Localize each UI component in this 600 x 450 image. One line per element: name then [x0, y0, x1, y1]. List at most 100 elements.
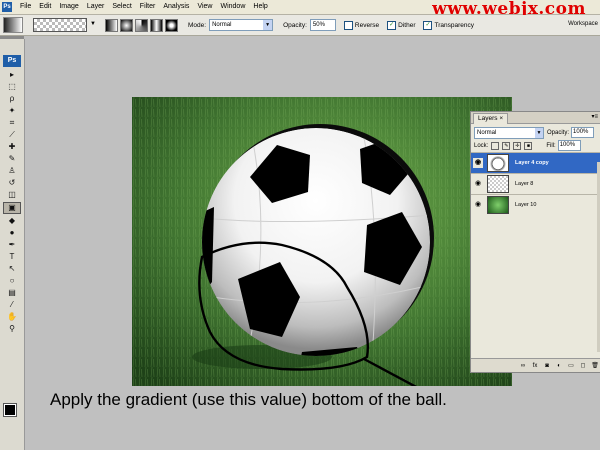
layer-name: Layer 10	[515, 202, 537, 208]
toolbox: Ps ▸ ⬚ ρ ✦ ⌗ ⟋ ✚ ✎ ♙ ↺ ◫ ▣ ◆ ● ✒ T ↖ ○ ▤ ⁄ ✋ ⚲	[0, 39, 25, 450]
slice-tool-icon[interactable]: ⟋	[3, 129, 21, 141]
lock-position-icon[interactable]: ✛	[513, 141, 522, 150]
mode-select[interactable]: Normal ▼	[209, 19, 274, 31]
tab-layers-label: Layers	[478, 115, 498, 122]
canvas-artwork	[132, 97, 512, 386]
layer-opacity-label: Opacity:	[547, 129, 570, 136]
reverse-checkbox[interactable]	[343, 20, 353, 30]
crop-tool-icon[interactable]: ⌗	[3, 117, 21, 129]
menu-window[interactable]: Window	[216, 0, 249, 14]
layer-row[interactable]: ◉ Layer 8	[471, 173, 600, 194]
close-icon[interactable]: ×	[499, 115, 503, 122]
tutorial-caption: Apply the gradient (use this value) bott…	[50, 390, 447, 409]
lock-transparency-icon[interactable]	[491, 141, 500, 150]
menu-file[interactable]: File	[16, 0, 35, 14]
blend-mode-value: Normal	[477, 129, 497, 136]
opacity-input[interactable]: 50%	[309, 19, 336, 31]
magic-wand-tool-icon[interactable]: ✦	[3, 105, 21, 117]
hand-tool-icon[interactable]: ✋	[3, 311, 21, 323]
fx-icon[interactable]: fx	[529, 363, 541, 369]
fill-label: Fill:	[546, 142, 556, 149]
marquee-tool-icon[interactable]: ⬚	[3, 81, 21, 93]
eyedropper-tool-icon[interactable]: ⁄	[3, 299, 21, 311]
reflected-gradient-button[interactable]	[150, 18, 163, 32]
layer-thumbnail	[487, 175, 509, 193]
blend-row: Normal ▼ Opacity: 100%	[471, 126, 600, 139]
clone-stamp-tool-icon[interactable]: ♙	[3, 165, 21, 177]
foreground-color-swatch[interactable]	[3, 403, 17, 417]
brush-tool-icon[interactable]: ✎	[3, 153, 21, 165]
menu-layer[interactable]: Layer	[83, 0, 109, 14]
document-canvas[interactable]	[132, 97, 512, 386]
path-selection-tool-icon[interactable]: ↖	[3, 263, 21, 275]
layer-row[interactable]: ◉ Layer 10	[471, 194, 600, 215]
opacity-label: Opacity:	[283, 21, 307, 29]
dither-label: Dither	[398, 21, 416, 29]
layer-opacity-input[interactable]: 100%	[571, 127, 595, 138]
menu-help[interactable]: Help	[249, 0, 271, 14]
chevron-down-icon[interactable]: ▼	[535, 127, 543, 138]
linear-gradient-button[interactable]	[105, 18, 118, 32]
lasso-tool-icon[interactable]: ρ	[3, 93, 21, 105]
layer-row[interactable]: ◉ Layer 4 copy	[471, 152, 600, 173]
layer-name: Layer 8	[515, 181, 534, 187]
healing-brush-tool-icon[interactable]: ✚	[3, 141, 21, 153]
chevron-down-icon[interactable]: ▼	[90, 21, 96, 27]
group-icon[interactable]: ▭	[565, 362, 577, 369]
panel-menu-icon[interactable]: ▾≡	[591, 113, 598, 120]
layer-list: ◉ Layer 4 copy ◉ Layer 8 ◉ Layer 10	[471, 152, 600, 215]
blur-tool-icon[interactable]: ◆	[3, 215, 21, 227]
eye-visibility-icon[interactable]: ◉	[473, 179, 483, 189]
menu-edit[interactable]: Edit	[35, 0, 55, 14]
history-brush-tool-icon[interactable]: ↺	[3, 177, 21, 189]
eye-visibility-icon[interactable]: ◉	[473, 158, 483, 168]
link-icon[interactable]: ∞	[517, 363, 529, 369]
lock-row: Lock: ✎ ✛ ■ Fill: 100%	[471, 139, 600, 152]
photoshop-logo-icon: Ps	[3, 55, 21, 67]
menu-analysis[interactable]: Analysis	[159, 0, 193, 14]
menu-image[interactable]: Image	[55, 0, 82, 14]
gradient-tool-icon[interactable]: ▣	[3, 202, 21, 214]
pen-tool-icon[interactable]: ✒	[3, 239, 21, 251]
app-logo-icon: Ps	[2, 2, 12, 12]
blend-mode-select[interactable]: Normal ▼	[474, 126, 544, 139]
notes-tool-icon[interactable]: ▤	[3, 287, 21, 299]
angle-gradient-button[interactable]	[135, 18, 148, 32]
options-bar: ▼ Mode: Normal ▼ Opacity: 50% Reverse ✓ D…	[0, 15, 600, 36]
shape-tool-icon[interactable]: ○	[3, 275, 21, 287]
chevron-down-icon[interactable]: ▼	[263, 20, 273, 30]
layer-thumbnail	[487, 154, 509, 172]
menu-view[interactable]: View	[193, 0, 216, 14]
type-tool-icon[interactable]: T	[3, 251, 21, 263]
zoom-tool-icon[interactable]: ⚲	[3, 323, 21, 335]
mode-value: Normal	[212, 22, 232, 28]
lock-all-icon[interactable]: ■	[524, 141, 533, 150]
menu-select[interactable]: Select	[108, 0, 135, 14]
reverse-label: Reverse	[354, 21, 380, 29]
dodge-tool-icon[interactable]: ●	[3, 227, 21, 239]
layer-name: Layer 4 copy	[515, 160, 549, 166]
lock-label: Lock:	[474, 142, 489, 149]
dither-checkbox[interactable]: ✓	[387, 20, 397, 30]
layers-panel-tabbar: Layers × ▾≡	[471, 112, 600, 124]
layers-panel: Layers × ▾≡ Normal ▼ Opacity: 100% Lock: …	[470, 111, 600, 373]
new-layer-icon[interactable]: ◻	[577, 362, 589, 369]
menu-filter[interactable]: Filter	[136, 0, 160, 14]
gradient-picker[interactable]: ▼	[33, 18, 96, 32]
mask-icon[interactable]: ◙	[541, 363, 553, 369]
adjustment-icon[interactable]: ◐	[553, 363, 565, 369]
layer-thumbnail	[487, 196, 509, 214]
tab-layers[interactable]: Layers ×	[473, 113, 509, 124]
eye-visibility-icon[interactable]: ◉	[473, 200, 483, 210]
tool-preset-icon[interactable]	[3, 17, 23, 33]
radial-gradient-button[interactable]	[120, 18, 133, 32]
move-tool-icon[interactable]: ▸	[3, 69, 21, 81]
transparency-checkbox[interactable]: ✓	[423, 20, 433, 30]
eraser-tool-icon[interactable]: ◫	[3, 189, 21, 201]
diamond-gradient-button[interactable]	[165, 18, 178, 32]
trash-icon[interactable]: 🗑	[589, 362, 600, 369]
mode-label: Mode:	[188, 21, 207, 29]
lock-pixels-icon[interactable]: ✎	[502, 141, 511, 150]
fill-input[interactable]: 100%	[557, 140, 581, 151]
workspace-label[interactable]: Workspace	[568, 21, 598, 27]
